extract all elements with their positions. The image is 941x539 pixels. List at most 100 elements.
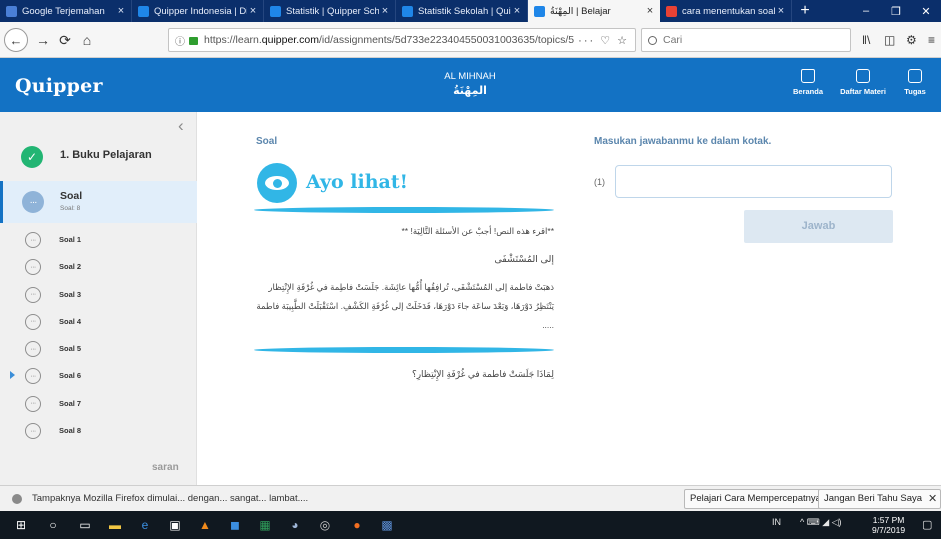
search-placeholder: Cari [663,34,683,46]
tab-favicon-icon [138,5,149,17]
search-icon [648,35,657,45]
browser-tab[interactable]: المِهْنَةُ | Belajar × [528,0,660,22]
passage-title: إلى المُسْتَشْفَى [494,254,554,265]
quipper-logo[interactable]: Quipper [15,75,103,97]
home-icon [801,69,815,83]
sidebar-item-soal-6[interactable]: ··· Soal 6 [0,362,197,389]
tab-favicon-icon [402,5,413,17]
home-button[interactable]: ⌂ [78,31,96,49]
language-indicator[interactable]: IN [772,517,781,527]
search-bar[interactable]: Cari [641,28,851,52]
browser-tab[interactable]: Statistik Sekolah | Quipp × [396,0,528,22]
progress-dots-icon: ··· [25,395,41,412]
library-icon[interactable]: ‖\ [862,33,870,47]
progress-dots-icon: ··· [25,423,41,440]
action-center-icon[interactable]: ▢ [922,518,932,531]
lock-icon[interactable] [189,37,198,45]
close-tab-icon[interactable]: × [379,5,391,17]
browser-tab[interactable]: Quipper Indonesia | Dist × [132,0,264,22]
browser-tab-strip: Google Terjemahan × Quipper Indonesia | Di… [0,0,941,22]
edge-icon[interactable]: e [136,516,154,534]
search-icon[interactable]: ○ [44,516,62,534]
url-text[interactable]: https://learn.quipper.com/id/assignments… [204,34,574,46]
site-info-icon[interactable]: ⓘ [175,33,185,48]
task-view-icon[interactable]: ▭ [76,516,94,534]
sidebar-item-soal-5[interactable]: ··· Soal 5 [0,335,197,362]
firefox-icon[interactable]: ● [348,516,366,534]
browser-tab[interactable]: Statistik | Quipper School× [264,0,396,22]
url-bar[interactable]: ⓘ https://learn.quipper.com/id/assignmen… [168,28,636,52]
sidebar-item-label: Soal 3 [59,289,82,299]
sidebar-item-soal-2[interactable]: ··· Soal 2 [0,253,197,280]
sidebar-item-soal-7[interactable]: ··· Soal 7 [0,390,197,417]
tab-label: Quipper Indonesia | Dist [154,5,247,17]
app-icon[interactable]: ◼ [226,516,244,534]
clock[interactable]: 1:57 PM 9/7/2019 [872,515,905,535]
nav-label: Beranda [792,87,823,96]
maximize-button[interactable]: ❐ [882,0,910,22]
page-actions-icon[interactable]: ··· ♡ ☆ [578,34,629,47]
close-tab-icon[interactable]: × [247,5,259,17]
browser-tab[interactable]: Google Terjemahan × [0,0,132,22]
clock-time: 1:57 PM [872,515,905,525]
instruction-text: **اقرء هذه النص! أجبْ عن الأسئلة التَّال… [401,226,554,236]
section-buku-pelajaran[interactable]: ✓ 1. Buku Pelajaran [0,134,197,178]
close-tab-icon[interactable]: × [775,5,787,17]
vlc-icon[interactable]: ▲ [196,516,214,534]
section-title: Soal [60,190,83,202]
new-tab-button[interactable]: + [792,0,818,22]
tab-label: cara menentukan soal va [682,5,775,17]
section-soal[interactable]: ··· Soal Soal: 8 [0,181,197,223]
sidebar-item-soal-3[interactable]: ··· Soal 3 [0,281,197,308]
lesson-sidebar: ‹ ✓ 1. Buku Pelajaran ··· Soal Soal: 8 ·… [0,112,197,485]
progress-dots-icon: ··· [25,259,41,276]
sidebar-item-soal-8[interactable]: ··· Soal 8 [0,417,197,444]
sidebar-item-label: Soal 1 [59,235,82,244]
system-tray-icons[interactable]: ^ ⌨ ◢ ◁) [800,517,842,528]
sidebar-item-soal-4[interactable]: ··· Soal 4 [0,308,197,335]
browser-navbar: ← → ⟳ ⌂ ⓘ https://learn.quipper.com/id/a… [0,22,941,58]
reload-button[interactable]: ⟳ [56,31,74,49]
menu-icon[interactable]: ≡ [928,33,935,47]
close-window-button[interactable]: ✕ [912,0,940,22]
tab-favicon-icon [270,5,281,17]
app3-icon[interactable]: ▩ [378,516,396,534]
ayo-lihat-title: Ayo lihat! [306,171,408,193]
chrome-icon[interactable]: ◎ [316,516,334,534]
close-tab-icon[interactable]: × [511,5,523,17]
ayo-lihat-card: Ayo lihat! **اقرء هذه النص! أجبْ عن الأس… [254,160,554,353]
current-item-arrow-icon [10,371,15,380]
windows-start-icon[interactable]: ⊞ [12,516,30,534]
tab-favicon-icon [6,5,17,17]
clock-date: 9/7/2019 [872,525,906,535]
tab-favicon-icon [534,5,545,17]
store-icon[interactable]: ▣ [166,516,184,534]
nav-beranda[interactable]: Beranda [779,69,837,96]
passage-text: ذهبَتْ فاطمة إلى المُسْتَشْفَى، تُرافِقُ… [256,282,554,330]
close-notification-button[interactable]: ✕ [928,492,937,505]
card-bottom-rule [254,347,554,353]
app2-icon[interactable]: ◕ [286,516,304,534]
sidebar-item-soal-1[interactable]: ··· Soal 1 [0,226,197,253]
dont-notify-button[interactable]: Jangan Beri Tahu Saya Lagi [818,489,941,522]
collapse-sidebar-button[interactable]: ‹ [178,116,184,136]
saran-link[interactable]: saran [152,462,179,473]
extension-icon[interactable]: ⚙ [906,33,917,47]
sidebar-icon[interactable]: ◫ [884,33,895,47]
tab-favicon-icon [666,5,677,17]
forward-button[interactable]: → [34,31,52,49]
file-explorer-icon[interactable]: ▬ [106,516,124,534]
minimize-button[interactable]: – [852,0,880,22]
close-tab-icon[interactable]: × [644,5,656,17]
soal-heading: Soal [256,136,278,147]
answer-input[interactable] [615,165,892,198]
learn-speed-up-button[interactable]: Pelajari Cara Mempercepatnya [684,489,827,509]
jawab-button[interactable]: Jawab [744,210,893,243]
close-tab-icon[interactable]: × [115,5,127,17]
materials-icon [856,69,870,83]
nav-daftar-materi[interactable]: Daftar Materi [834,69,892,96]
browser-tab[interactable]: cara menentukan soal va× [660,0,792,22]
nav-tugas[interactable]: Tugas [886,69,941,96]
back-button[interactable]: ← [4,28,28,52]
excel-icon[interactable]: ▦ [256,516,274,534]
